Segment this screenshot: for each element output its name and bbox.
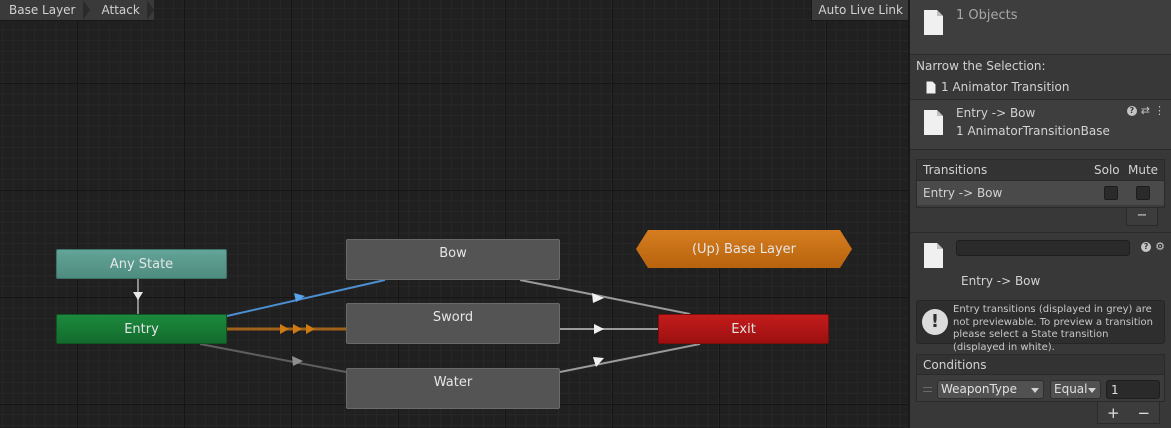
transition-type: 1 AnimatorTransitionBase (956, 124, 1110, 138)
document-icon (924, 110, 943, 135)
info-message-box: ! Entry transitions (displayed in grey) … (916, 300, 1165, 353)
object-count: 1 Objects (956, 8, 1018, 23)
breadcrumb-base-layer[interactable]: Base Layer (0, 0, 90, 21)
conditions-header: Conditions (917, 355, 1164, 375)
document-icon (924, 10, 943, 35)
transition-water-exit[interactable] (559, 343, 701, 373)
state-up-base-layer[interactable]: (Up) Base Layer (636, 230, 852, 268)
list-item[interactable]: Entry -> Bow (917, 181, 1164, 205)
transition-row-label: Entry -> Bow (923, 186, 1003, 200)
state-bow[interactable]: Bow (346, 239, 560, 280)
condition-mode-dropdown[interactable]: Equal (1050, 380, 1101, 399)
narrow-selection-item-label: 1 Animator Transition (941, 80, 1070, 94)
condition-buttons: + − (1097, 402, 1160, 424)
transition-title: Entry -> Bow (956, 106, 1036, 120)
entry-sword-arrowhead-2 (293, 324, 302, 334)
menu-icon[interactable]: ⋮ (1154, 105, 1165, 116)
narrow-selection-title: Narrow the Selection: (916, 59, 1046, 73)
solo-checkbox[interactable] (1104, 186, 1118, 200)
mute-checkbox[interactable] (1136, 186, 1150, 200)
info-text: Entry transitions (displayed in grey) ar… (953, 304, 1153, 353)
document-icon (924, 243, 943, 268)
entry-water-arrowhead (292, 356, 303, 366)
state-any-state[interactable]: Any State (56, 249, 227, 279)
state-entry[interactable]: Entry (56, 314, 227, 344)
help-icon[interactable]: ? (1141, 242, 1152, 252)
transitions-header-label: Transitions (923, 163, 988, 177)
anystate-entry-arrowhead (133, 292, 143, 300)
help-icon[interactable]: ? (1126, 106, 1137, 116)
condition-parameter-value: WeaponType (941, 382, 1018, 396)
divider (910, 232, 1171, 233)
breadcrumb-attack[interactable]: Attack (90, 0, 155, 21)
transition-entry-water[interactable] (199, 343, 347, 373)
transition-arrows (133, 279, 701, 373)
sword-exit-arrowhead (594, 324, 604, 334)
presets-icon[interactable]: ⇄ (1141, 105, 1150, 116)
inspector-panel: 1 Objects Narrow the Selection: 1 Animat… (908, 0, 1171, 428)
remove-condition-button[interactable]: − (1137, 404, 1150, 422)
settings-icon[interactable]: ⚙ (1155, 241, 1165, 252)
auto-live-link-button[interactable]: Auto Live Link (811, 0, 908, 21)
document-icon (926, 81, 936, 93)
condition-mode-value: Equal (1054, 382, 1088, 396)
condition-parameter-dropdown[interactable]: WeaponType (937, 380, 1044, 399)
entry-sword-arrowhead-3 (306, 324, 315, 334)
remove-transition-button[interactable]: − (1126, 208, 1158, 226)
breadcrumb: Base Layer Attack (0, 0, 155, 21)
chevron-down-icon (1031, 388, 1039, 393)
transitions-list: Transitions Solo Mute Entry -> Bow (916, 159, 1165, 208)
sub-transition-name: Entry -> Bow (961, 274, 1041, 288)
info-icon: ! (922, 309, 948, 335)
narrow-selection-item[interactable]: 1 Animator Transition (926, 80, 1069, 94)
transitions-list-header: Transitions Solo Mute (917, 160, 1164, 181)
solo-header-label: Solo (1094, 163, 1120, 177)
transition-header: Entry -> Bow 1 AnimatorTransitionBase ? … (910, 100, 1171, 150)
add-condition-button[interactable]: + (1107, 404, 1120, 422)
conditions-panel: Conditions WeaponType Equal (916, 354, 1165, 402)
condition-value-input[interactable] (1106, 380, 1160, 399)
state-water[interactable]: Water (346, 368, 560, 409)
mute-header-label: Mute (1128, 163, 1159, 177)
transition-name-field[interactable] (956, 240, 1130, 256)
sub-header-icons: ? ⚙ (1141, 241, 1165, 252)
state-exit[interactable]: Exit (658, 314, 829, 344)
chevron-down-icon (1088, 388, 1096, 393)
condition-row: WeaponType Equal (917, 375, 1164, 402)
animator-graph[interactable]: Base Layer Attack Auto Live Link Any Sta… (0, 0, 908, 428)
drag-handle-icon[interactable] (923, 387, 932, 392)
header-icons: ? ⇄ ⋮ (1126, 105, 1165, 116)
state-sword[interactable]: Sword (346, 303, 560, 344)
inspector-header: 1 Objects (910, 0, 1171, 55)
bow-exit-arrowhead (592, 293, 604, 303)
entry-sword-arrowhead-1 (280, 324, 289, 334)
